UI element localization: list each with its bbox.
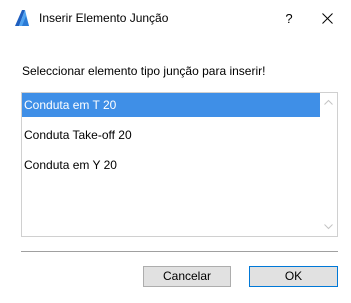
ok-button[interactable]: OK <box>249 266 338 287</box>
help-button[interactable]: ? <box>269 4 309 34</box>
dialog-window: Inserir Elemento Junção ? Seleccionar el… <box>0 0 351 303</box>
title-bar[interactable]: Inserir Elemento Junção ? <box>0 0 351 38</box>
vertical-scrollbar[interactable] <box>320 93 337 236</box>
instruction-label: Seleccionar elemento tipo junção para in… <box>22 64 266 78</box>
scroll-down-icon[interactable] <box>323 221 334 232</box>
archicad-icon <box>13 9 31 27</box>
list-item[interactable]: Conduta em Y 20 <box>22 153 320 177</box>
cancel-button[interactable]: Cancelar <box>143 266 231 287</box>
close-button[interactable] <box>307 4 347 34</box>
list-item[interactable]: Conduta Take-off 20 <box>22 123 320 147</box>
list-item[interactable]: Conduta em T 20 <box>22 93 320 117</box>
separator <box>21 251 338 252</box>
junction-element-list[interactable]: Conduta em T 20 Conduta Take-off 20 Cond… <box>21 92 338 237</box>
list-items: Conduta em T 20 Conduta Take-off 20 Cond… <box>22 93 320 183</box>
window-title: Inserir Elemento Junção <box>39 11 169 25</box>
close-icon <box>321 13 333 24</box>
scroll-up-icon[interactable] <box>323 97 334 108</box>
